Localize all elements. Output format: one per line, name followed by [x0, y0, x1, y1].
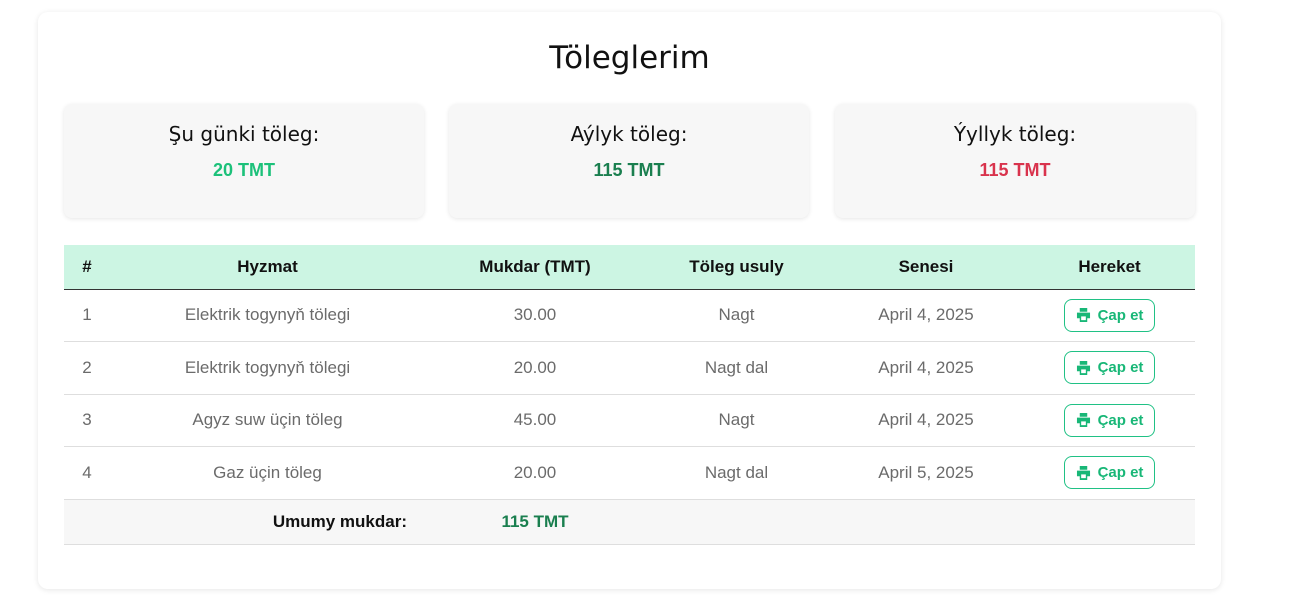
table-row: 2 Elektrik togynyň tölegi 20.00 Nagt dal…	[64, 341, 1195, 395]
cell-service: Gaz üçin töleg	[110, 446, 425, 500]
summary-card-today: Şu günki töleg: 20 TMT	[64, 104, 424, 218]
summary-value-monthly: 115 TMT	[593, 160, 665, 180]
print-button[interactable]: Çap et	[1064, 403, 1155, 437]
header-num: #	[64, 245, 110, 290]
cell-method: Nagt	[645, 289, 828, 342]
printer-icon	[1076, 413, 1090, 428]
header-action: Hereket	[1024, 245, 1195, 290]
cell-action: Çap et	[1024, 289, 1195, 342]
total-value: 115 TMT	[425, 498, 645, 545]
cell-action: Çap et	[1024, 446, 1195, 500]
payments-card: Töleglerim Şu günki töleg: 20 TMT Aýlyk …	[38, 12, 1221, 589]
total-spacer	[64, 498, 110, 545]
total-spacer	[645, 498, 828, 545]
summary-label-yearly: Ýyllyk töleg:	[953, 122, 1077, 146]
cell-amount: 20.00	[425, 341, 645, 395]
table-header-row: # Hyzmat Mukdar (TMT) Töleg usuly Senesi…	[64, 245, 1195, 290]
cell-num: 4	[64, 446, 110, 500]
cell-date: April 4, 2025	[828, 394, 1024, 447]
table-row: 1 Elektrik togynyň tölegi 30.00 Nagt Apr…	[64, 289, 1195, 342]
cell-service: Elektrik togynyň tölegi	[110, 341, 425, 395]
summary-label-monthly: Aýlyk töleg:	[570, 122, 688, 146]
header-date: Senesi	[828, 245, 1024, 290]
cell-num: 3	[64, 394, 110, 447]
cell-service: Elektrik togynyň tölegi	[110, 289, 425, 342]
cell-date: April 4, 2025	[828, 289, 1024, 342]
summary-cards: Şu günki töleg: 20 TMT Aýlyk töleg: 115 …	[64, 104, 1195, 218]
table-row: 4 Gaz üçin töleg 20.00 Nagt dal April 5,…	[64, 446, 1195, 500]
cell-date: April 5, 2025	[828, 446, 1024, 500]
print-button-label: Çap et	[1097, 306, 1144, 324]
printer-icon	[1076, 360, 1090, 375]
cell-service: Agyz suw üçin töleg	[110, 394, 425, 447]
print-button[interactable]: Çap et	[1064, 456, 1155, 490]
summary-card-monthly: Aýlyk töleg: 115 TMT	[449, 104, 809, 218]
print-button-label: Çap et	[1097, 359, 1144, 377]
header-amount: Mukdar (TMT)	[425, 245, 645, 290]
table-row: 3 Agyz suw üçin töleg 45.00 Nagt April 4…	[64, 394, 1195, 447]
cell-date: April 4, 2025	[828, 341, 1024, 395]
cell-amount: 45.00	[425, 394, 645, 447]
print-button-label: Çap et	[1097, 411, 1144, 429]
cell-amount: 20.00	[425, 446, 645, 500]
total-label: Umumy mukdar:	[110, 498, 425, 545]
total-spacer	[828, 498, 1024, 545]
payments-table: # Hyzmat Mukdar (TMT) Töleg usuly Senesi…	[64, 245, 1195, 545]
total-spacer	[1024, 498, 1195, 545]
summary-card-yearly: Ýyllyk töleg: 115 TMT	[835, 104, 1195, 218]
cell-action: Çap et	[1024, 341, 1195, 395]
cell-method: Nagt	[645, 394, 828, 447]
summary-value-today: 20 TMT	[212, 160, 275, 180]
cell-num: 1	[64, 289, 110, 342]
cell-method: Nagt dal	[645, 341, 828, 395]
header-service: Hyzmat	[110, 245, 425, 290]
cell-method: Nagt dal	[645, 446, 828, 500]
cell-amount: 30.00	[425, 289, 645, 342]
header-method: Töleg usuly	[645, 245, 828, 290]
printer-icon	[1076, 465, 1090, 480]
cell-num: 2	[64, 341, 110, 395]
print-button[interactable]: Çap et	[1064, 351, 1155, 385]
total-row: Umumy mukdar: 115 TMT	[64, 498, 1195, 545]
print-button[interactable]: Çap et	[1064, 298, 1155, 332]
summary-label-today: Şu günki töleg:	[168, 122, 320, 146]
printer-icon	[1076, 308, 1090, 323]
cell-action: Çap et	[1024, 394, 1195, 447]
summary-value-yearly: 115 TMT	[979, 160, 1051, 180]
print-button-label: Çap et	[1097, 464, 1144, 482]
page-title: Töleglerim	[549, 40, 710, 76]
